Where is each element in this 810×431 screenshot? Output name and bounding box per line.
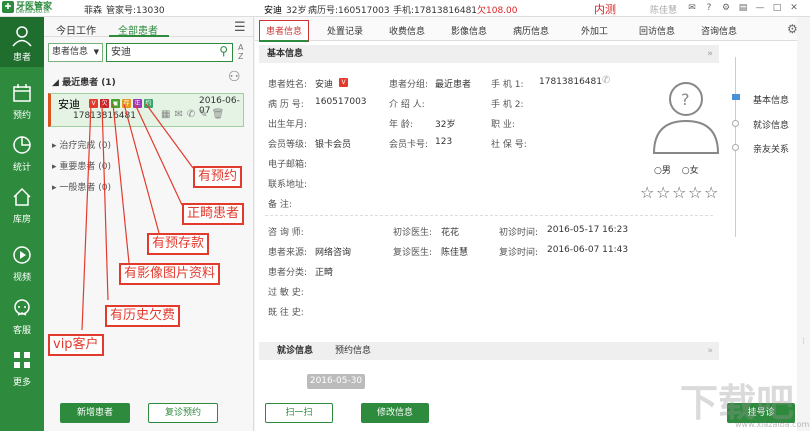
tab-billing[interactable]: 收费信息: [389, 24, 425, 37]
field-label: 既 往 史:: [268, 308, 304, 318]
field-label: 患者来源:: [268, 248, 308, 258]
field-label: 复诊时间:: [499, 248, 539, 258]
field-label: 患者分类:: [268, 268, 308, 278]
field-label: 介 绍 人:: [389, 100, 425, 110]
patient-detail-panel: 患者信息 处置记录 收费信息 影像信息 病历信息 外加工 回访信息 咨询信息 ⚙…: [255, 17, 810, 431]
star-icon[interactable]: ☆: [688, 183, 702, 202]
field-member-level: 银卡会员: [315, 140, 352, 150]
subtab-appointment-info[interactable]: 预约信息: [335, 342, 371, 360]
watermark-logo: 下载吧: [680, 381, 795, 425]
tab-medical-records[interactable]: 病历信息: [513, 24, 549, 37]
svg-text:?: ?: [681, 90, 690, 109]
field-label: 咨 询 师:: [268, 228, 304, 238]
field-label: 联系地址:: [268, 180, 308, 190]
callout-vip: vip客户: [48, 334, 104, 356]
field-revisit-doctor: 陈佳慧: [441, 248, 469, 258]
field-member-card: 123: [435, 137, 453, 147]
field-record-no: 160517003: [315, 97, 367, 107]
star-icon[interactable]: ☆: [704, 183, 718, 202]
callout-appointment: 有预约: [193, 166, 243, 188]
field-revisit-time: 2016-06-07 11:43: [547, 245, 629, 255]
gender-radio: ○男 ○女: [654, 163, 699, 176]
field-label: 年 龄:: [389, 120, 413, 130]
star-icon[interactable]: ☆: [672, 183, 686, 202]
field-label: 社 保 号:: [491, 140, 527, 150]
visit-subtabs: 就诊信息 预约信息 »: [259, 342, 719, 360]
field-label: 初诊医生:: [393, 228, 433, 238]
field-age: 32岁: [435, 120, 456, 130]
field-label: 手 机 1:: [491, 80, 524, 90]
callout-prepaid: 有预存款: [147, 233, 210, 255]
subtab-visit-info[interactable]: 就诊信息: [277, 342, 313, 360]
star-icon[interactable]: ☆: [656, 183, 670, 202]
tab-followup[interactable]: 回访信息: [639, 24, 675, 37]
right-scrollbar[interactable]: ⋮: [797, 17, 810, 431]
field-first-doctor: 花花: [441, 228, 460, 238]
section-basic-info: 基本信息 »: [259, 45, 719, 63]
field-patient-name: 安迪: [315, 80, 334, 90]
field-label: 出生年月:: [268, 120, 308, 130]
callout-debt: 有历史欠费: [105, 305, 181, 327]
field-label: 电子邮箱:: [268, 160, 308, 170]
detail-tabs: 患者信息 处置记录 收费信息 影像信息 病历信息 外加工 回访信息 咨询信息 ⚙: [255, 17, 810, 42]
scan-button[interactable]: 扫一扫: [265, 403, 333, 423]
tab-patient-info[interactable]: 患者信息: [259, 20, 310, 42]
section-timeline: 基本信息 就诊信息 亲友关系: [732, 57, 803, 257]
field-label: 复诊医生:: [393, 248, 433, 258]
section-basic-title: 基本信息: [267, 49, 304, 59]
gender-female-label: 女: [689, 166, 699, 176]
field-label: 备 注:: [268, 200, 292, 210]
visit-date-chip[interactable]: 2016-05-30: [307, 374, 365, 389]
timeline-dot: [732, 120, 739, 127]
tab-imaging[interactable]: 影像信息: [451, 24, 487, 37]
timeline-relatives[interactable]: 亲友关系: [753, 142, 789, 155]
field-first-time: 2016-05-17 16:23: [547, 225, 629, 235]
tab-treatment-records[interactable]: 处置记录: [327, 24, 363, 37]
edit-info-button[interactable]: 修改信息: [361, 403, 429, 423]
field-phone1: 17813816481: [539, 77, 602, 87]
timeline-dot: [732, 144, 739, 151]
field-label: 病 历 号:: [268, 100, 304, 110]
scroll-grip-icon[interactable]: ⋮: [800, 337, 807, 345]
field-group: 最近患者: [435, 80, 472, 90]
star-icon[interactable]: ☆: [640, 183, 654, 202]
timeline-active-marker: [732, 94, 740, 100]
tab-outsourcing[interactable]: 外加工: [581, 24, 608, 37]
field-label: 过 敏 史:: [268, 288, 304, 298]
radio-male-icon[interactable]: ○: [654, 166, 662, 176]
tab-consultation[interactable]: 咨询信息: [701, 24, 737, 37]
radio-female-icon[interactable]: ○: [682, 166, 690, 176]
timeline-visit-info[interactable]: 就诊信息: [753, 118, 789, 131]
avatar[interactable]: ?: [652, 77, 720, 155]
collapse-icon[interactable]: »: [707, 342, 713, 360]
callout-ortho: 正畸患者: [182, 203, 245, 225]
phone-call-icon[interactable]: ✆: [602, 75, 610, 86]
field-label: 会员等级:: [268, 140, 308, 150]
field-source: 网络咨询: [315, 248, 352, 258]
field-label: 职 业:: [491, 120, 515, 130]
collapse-icon[interactable]: »: [707, 45, 713, 63]
gender-male-label: 男: [661, 166, 671, 176]
divider: [265, 215, 713, 216]
field-label: 会员卡号:: [389, 140, 429, 150]
vip-small-icon: V: [339, 78, 348, 87]
timeline-basic-info[interactable]: 基本信息: [753, 93, 789, 106]
field-label: 初诊时间:: [499, 228, 539, 238]
callout-images: 有影像图片资料: [119, 263, 221, 285]
field-category: 正畸: [315, 268, 334, 278]
field-label: 手 机 2:: [491, 100, 524, 110]
watermark-url: www.xiazaiba.com: [735, 420, 810, 429]
field-label: 患者姓名:: [268, 80, 308, 90]
field-label: 患者分组:: [389, 80, 429, 90]
